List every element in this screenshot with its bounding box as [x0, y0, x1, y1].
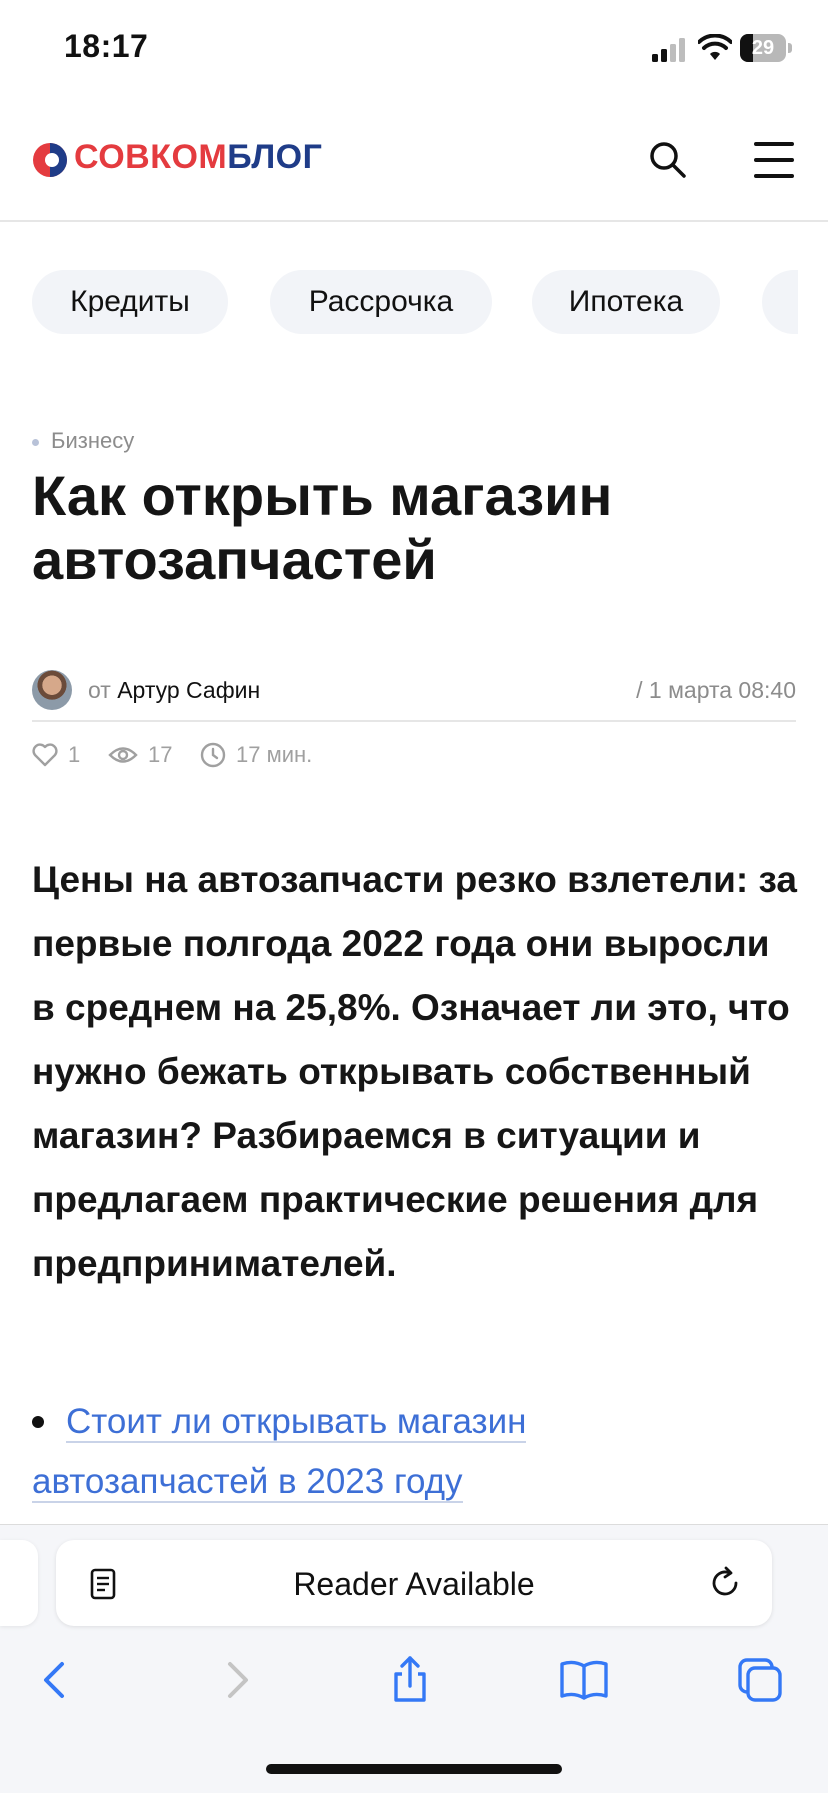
reload-icon[interactable] [708, 1566, 742, 1600]
heart-icon [32, 743, 58, 767]
battery-indicator: 29 [740, 34, 792, 62]
views-count: 17 [148, 742, 173, 767]
logo-text-part2: БЛОГ [227, 138, 323, 176]
author-avatar[interactable] [32, 670, 72, 710]
article-title: Как открыть магазин автозапчастей [32, 464, 613, 591]
cellular-signal-icon [652, 38, 685, 62]
breadcrumb[interactable]: Бизнесу [32, 428, 134, 454]
publish-date: / 1 марта 08:40 [636, 677, 796, 703]
battery-percent: 29 [751, 37, 775, 59]
home-indicator [266, 1764, 562, 1774]
forward-icon[interactable] [210, 1654, 262, 1706]
author-name[interactable]: Артур Сафин [117, 677, 260, 703]
menu-icon[interactable] [752, 140, 796, 180]
clock-icon [200, 742, 226, 768]
share-icon[interactable] [384, 1654, 436, 1706]
read-time: 17 мин. [236, 742, 313, 767]
category-chip-next-partial[interactable] [762, 270, 798, 334]
address-bar-text: Reader Available [293, 1566, 535, 1602]
likes-stat[interactable]: 1 [32, 742, 80, 768]
category-chip-mortgage[interactable]: Ипотека [532, 270, 720, 334]
wifi-icon [698, 34, 732, 60]
search-icon[interactable] [646, 138, 690, 182]
previous-tab-preview[interactable] [0, 1540, 38, 1626]
category-chip-credits[interactable]: Кредиты [32, 270, 228, 334]
toc-link-text: Стоит ли открывать магазин автозапчастей… [32, 1402, 527, 1503]
eye-icon [108, 747, 138, 763]
site-logo[interactable]: СОВКОМБЛОГ [74, 138, 322, 177]
views-stat: 17 [108, 742, 172, 768]
status-time: 18:17 [64, 28, 149, 64]
meta-divider [32, 720, 796, 722]
author-prefix: от [88, 677, 111, 703]
address-bar[interactable]: Reader Available [56, 1540, 772, 1626]
author-line: от Артур Сафин [88, 677, 260, 704]
likes-count: 1 [68, 742, 81, 767]
breadcrumb-label: Бизнесу [51, 428, 135, 453]
bookmarks-icon[interactable] [558, 1654, 610, 1706]
category-chip-installments[interactable]: Рассрочка [270, 270, 492, 334]
toc-link[interactable]: Стоит ли открывать магазин автозапчастей… [32, 1392, 752, 1512]
tabs-icon[interactable] [734, 1654, 786, 1706]
logo-text-part1: СОВКОМ [74, 138, 228, 176]
back-icon[interactable] [30, 1654, 82, 1706]
breadcrumb-dot [32, 438, 39, 446]
read-time-stat: 17 мин. [200, 742, 312, 768]
article-lead: Цены на автозапчасти резко взлетели: за … [32, 859, 797, 1284]
site-header: СОВКОМБЛОГ [0, 100, 828, 222]
sovcombank-logo-icon[interactable] [32, 142, 68, 178]
